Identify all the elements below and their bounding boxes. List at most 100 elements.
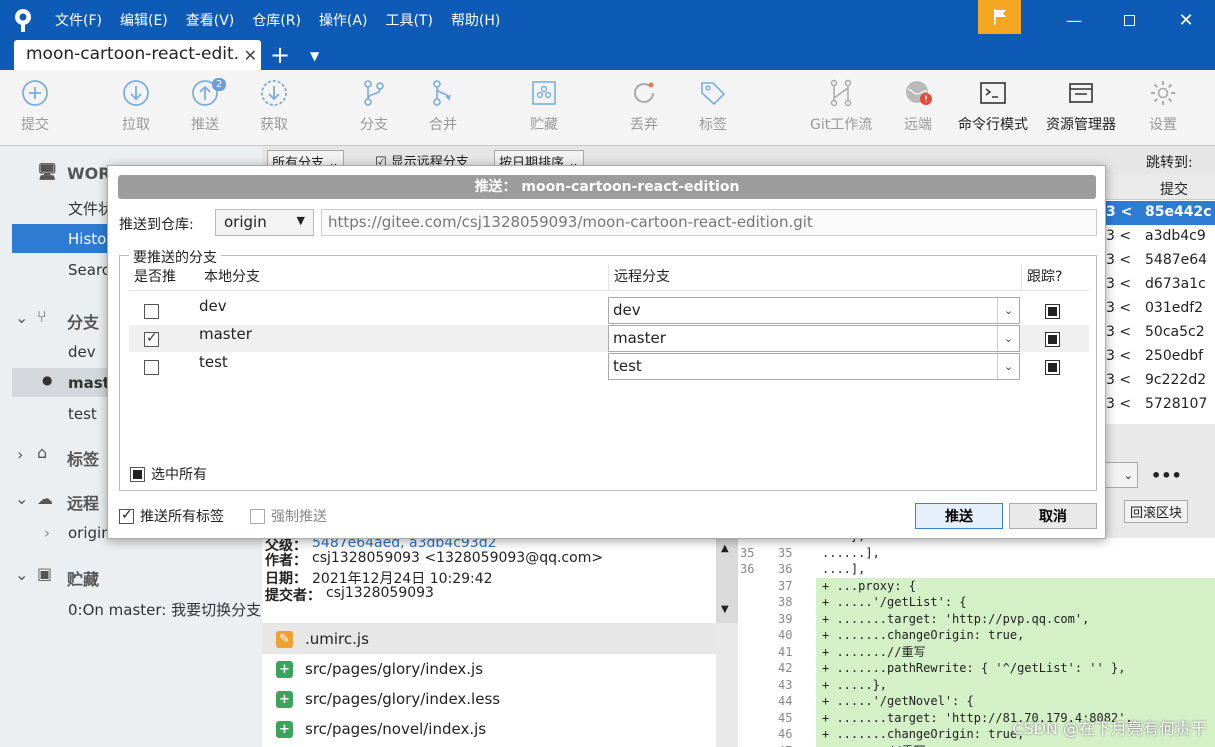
track-branch-checkbox[interactable] [1045,332,1060,347]
new-line-number: 44 [778,694,793,708]
sidebar-stashes[interactable]: 贮藏 [67,566,99,590]
file-name: src/pages/glory/index.less [305,690,501,708]
gitflow-button[interactable]: Git工作流 [810,78,872,140]
detail-scrollbar[interactable]: ▲ ▼ [716,538,738,623]
push-branch-checkbox[interactable] [144,330,159,347]
cloud-icon: ☁ [37,489,53,508]
tab-close-icon[interactable]: ✕ [244,46,257,65]
sidebar-remotes[interactable]: 远程 [67,490,99,514]
tag-icon: ⌂ [37,443,48,462]
remote-branch-combo[interactable]: master ⌄ [608,325,1020,352]
add-tab-icon[interactable]: + [270,40,290,70]
commit-button[interactable]: 提交 [20,78,50,140]
remote-chevron-icon[interactable]: › [44,524,50,542]
commit-row[interactable]: 3 < 85e442c [1090,201,1215,225]
repo-url-field[interactable]: https://gitee.com/csj1328059093/moon-car… [321,209,1097,236]
select-all-box[interactable] [130,466,145,482]
sidebar-item-history[interactable]: Histo [68,230,106,248]
sidebar-item-search[interactable]: Searc [68,261,110,279]
menu-file[interactable]: 文件(F) [55,10,102,30]
diff-line: 37 + ...proxy: { [738,577,1215,594]
explorer-icon [1069,83,1093,103]
push-toolbar-button[interactable]: 2 推送 [190,78,227,140]
remotes-chevron-icon[interactable]: ⌄ [15,489,28,508]
sidebar-remote-origin[interactable]: origin [68,524,111,542]
new-line-number: 38 [778,595,793,609]
maximize-button[interactable] [1103,0,1155,40]
commit-row[interactable]: 3 < 250edbf [1090,345,1215,369]
tag-button[interactable]: 标签 [698,78,728,140]
menu-view[interactable]: 查看(V) [186,10,235,30]
diff-line: 41 + .......//重写 [738,643,1215,660]
scroll-up-icon[interactable]: ▲ [721,543,729,554]
commit-row[interactable]: 3 < d673a1c [1090,273,1215,297]
commit-row[interactable]: 3 < a3db4c9 [1090,225,1215,249]
terminal-button[interactable]: 命令行模式 [958,78,1028,140]
menu-tools[interactable]: 工具(T) [385,10,432,30]
chevron-down-icon[interactable]: ⌄ [997,298,1019,323]
sidebar-branch-dev[interactable]: dev [68,343,96,361]
flag-button[interactable] [978,0,1021,34]
merge-button[interactable]: 合并 [428,78,458,140]
minimize-button[interactable]: — [1048,0,1100,40]
push-all-tags-checkbox[interactable]: 推送所有标签 [119,506,224,526]
chevron-down-icon[interactable]: ⌄ [997,326,1019,351]
push-branch-checkbox[interactable] [144,304,159,319]
old-line-number: 36 [740,562,755,576]
menu-repository[interactable]: 仓库(R) [252,10,301,30]
close-window-button[interactable]: ✕ [1160,0,1212,40]
commit-hash: 85e442c [1145,204,1212,220]
sidebar-tags[interactable]: 标签 [67,446,99,470]
cancel-button[interactable]: 取消 [1009,503,1097,529]
commit-hash: 5487e64 [1145,252,1208,268]
stashes-chevron-icon[interactable]: ⌄ [15,565,28,584]
commit-row[interactable]: 3 < 031edf2 [1090,297,1215,321]
push-all-tags-box[interactable] [119,507,134,524]
remote-button[interactable]: 远端 [903,78,933,140]
track-branch-checkbox[interactable] [1045,304,1060,319]
commit-row[interactable]: 3 < 5728107 [1090,393,1215,417]
more-options-icon[interactable]: ••• [1151,466,1182,485]
remote-branch-combo[interactable]: dev ⌄ [608,297,1020,324]
branch-button[interactable]: 分支 [359,78,389,140]
stash-icon: ▣ [37,564,53,583]
sidebar-branch-test[interactable]: test [68,405,97,423]
fetch-button[interactable]: 获取 [259,78,289,140]
file-row[interactable]: + src/pages/novel/index.js [262,714,716,744]
branch-icon [364,80,384,106]
commit-row[interactable]: 3 < 5487e64 [1090,249,1215,273]
push-branch-checkbox[interactable] [144,360,159,375]
push-button[interactable]: 推送 [915,503,1003,529]
remote-repo-select[interactable]: origin ▼ [215,209,314,236]
stash-button[interactable]: 贮藏 [529,78,559,140]
new-line-number: 43 [778,677,793,692]
track-branch-checkbox[interactable] [1045,360,1060,375]
discard-button[interactable]: 丢弃 [629,78,659,140]
menu-help[interactable]: 帮助(H) [451,10,500,30]
tab-menu-icon[interactable]: ▼ [310,40,319,72]
file-row[interactable]: ✎ .umirc.js [262,624,716,654]
menu-edit[interactable]: 编辑(E) [120,10,168,30]
commit-row[interactable]: 3 < 9c222d2 [1090,369,1215,393]
force-push-checkbox[interactable]: 强制推送 [250,506,327,526]
remote-branch-combo[interactable]: test ⌄ [608,353,1020,380]
file-row[interactable]: + src/pages/glory/index.less [262,684,716,714]
settings-button[interactable]: 设置 [1148,78,1178,140]
branches-chevron-icon[interactable]: ⌄ [15,308,28,327]
tags-chevron-icon[interactable]: › [17,445,23,464]
pull-button[interactable]: 拉取 [121,78,151,140]
sidebar-stash-item[interactable]: 0:On master: 我要切换分支 [68,599,261,620]
tab-repo[interactable]: moon-cartoon-react-edit. ✕ [14,40,261,70]
commit-detail-pane: 父级： 5487e64aed, a3db4c93d2 作者： csj132805… [262,535,732,623]
select-all-checkbox[interactable]: 选中所有 [130,464,207,484]
force-push-box[interactable] [250,508,265,524]
reset-block-button[interactable]: 回滚区块 [1124,500,1189,523]
explorer-button[interactable]: 资源管理器 [1046,78,1116,140]
diff-code: + .......target: 'http://pvp.qq.com', [816,610,1215,627]
scroll-down-icon[interactable]: ▼ [721,604,729,615]
chevron-down-icon[interactable]: ⌄ [997,354,1019,379]
file-row[interactable]: + src/pages/glory/index.js [262,654,716,684]
sidebar-branches[interactable]: 分支 [67,309,99,333]
commit-row[interactable]: 3 < 50ca5c2 [1090,321,1215,345]
menu-actions[interactable]: 操作(A) [319,10,368,30]
